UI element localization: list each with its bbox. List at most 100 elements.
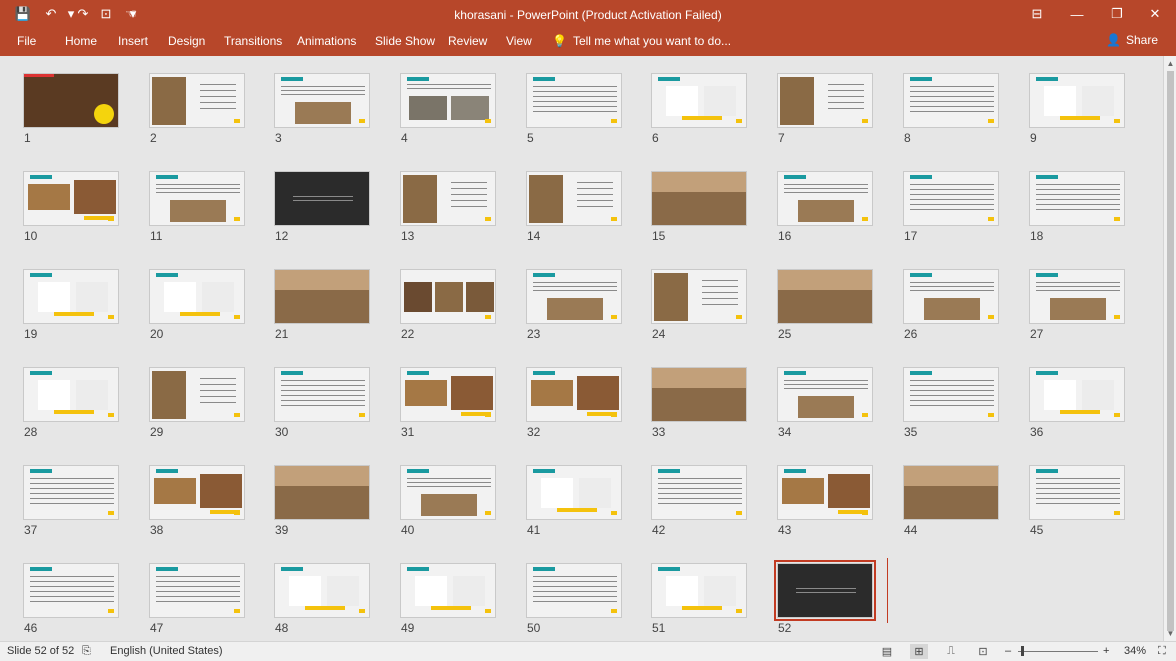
slide-thumbnail[interactable] [149, 73, 245, 128]
zoom-out-button[interactable]: – [1005, 645, 1011, 657]
vertical-scrollbar[interactable]: ▲ ▼ [1163, 56, 1176, 641]
language-indicator[interactable]: English (United States) [110, 645, 223, 657]
slide-thumbnail[interactable] [651, 367, 747, 422]
tab-home[interactable]: Home [65, 34, 97, 48]
slide-thumbnail[interactable] [274, 465, 370, 520]
slide-thumbnail[interactable] [400, 269, 496, 324]
slide-thumbnail[interactable] [149, 367, 245, 422]
zoom-slider[interactable] [1018, 651, 1098, 652]
slide-thumbnail[interactable] [274, 269, 370, 324]
slide-thumbnail[interactable] [903, 465, 999, 520]
scroll-up-icon[interactable]: ▲ [1166, 59, 1175, 68]
tab-transitions[interactable]: Transitions [224, 34, 282, 48]
slide-thumbnail[interactable] [777, 73, 873, 128]
share-button[interactable]: 👤 Share [1106, 33, 1158, 47]
slide-thumbnail[interactable] [903, 269, 999, 324]
slide-thumbnail[interactable] [526, 269, 622, 324]
person-icon: 👤 [1106, 33, 1121, 47]
slide-thumbnail[interactable] [23, 269, 119, 324]
slide-number: 1 [24, 131, 31, 145]
slide-thumbnail[interactable] [23, 563, 119, 618]
slide-thumbnail[interactable] [149, 563, 245, 618]
slide-thumbnail[interactable] [149, 171, 245, 226]
slide-thumbnail[interactable] [777, 171, 873, 226]
slide-thumbnail[interactable] [400, 465, 496, 520]
slide-thumbnail[interactable] [526, 563, 622, 618]
slide-thumbnail[interactable] [1029, 171, 1125, 226]
slide-number: 37 [24, 523, 38, 537]
spelling-icon[interactable]: ⎘ [82, 645, 91, 658]
restore-icon[interactable]: ❐ [1102, 4, 1132, 24]
zoom-slider-thumb[interactable] [1021, 646, 1024, 656]
slide-thumbnail[interactable] [774, 560, 876, 621]
tab-animations[interactable]: Animations [297, 34, 356, 48]
slide-thumbnail[interactable] [1029, 73, 1125, 128]
slide-thumbnail[interactable] [1029, 269, 1125, 324]
status-bar: Slide 52 of 52 ⎘ English (United States)… [0, 641, 1176, 661]
slide-thumbnail[interactable] [274, 73, 370, 128]
tell-me-label: Tell me what you want to do... [572, 34, 732, 48]
reading-view-icon[interactable]: ⎍ [942, 644, 960, 659]
slide-number: 50 [527, 621, 541, 635]
slide-thumbnail[interactable] [23, 171, 119, 226]
slide-thumbnail[interactable] [149, 269, 245, 324]
slide-thumbnail[interactable] [526, 465, 622, 520]
slide-number: 24 [652, 327, 666, 341]
slide-thumbnail[interactable] [651, 465, 747, 520]
ribbon-display-options-icon[interactable]: ⊟ [1022, 4, 1052, 24]
slide-thumbnail[interactable] [903, 171, 999, 226]
slide-thumbnail[interactable] [274, 563, 370, 618]
scroll-thumb[interactable] [1167, 71, 1174, 631]
tab-insert[interactable]: Insert [118, 34, 148, 48]
slide-thumbnail[interactable] [23, 367, 119, 422]
tab-file[interactable]: File [17, 34, 36, 48]
close-icon[interactable]: ✕ [1140, 4, 1170, 24]
slide-number: 13 [401, 229, 415, 243]
tab-review[interactable]: Review [448, 34, 487, 48]
slide-thumbnail[interactable] [526, 367, 622, 422]
slide-thumbnail[interactable] [777, 269, 873, 324]
tell-me-box[interactable]: 💡 Tell me what you want to do... [552, 34, 731, 48]
slide-thumbnail[interactable] [23, 73, 119, 128]
slide-number: 28 [24, 425, 38, 439]
slide-number: 51 [652, 621, 666, 635]
slide-thumbnail[interactable] [23, 465, 119, 520]
slide-thumbnail[interactable] [274, 171, 370, 226]
slide-thumbnail[interactable] [651, 73, 747, 128]
minimize-icon[interactable]: — [1062, 4, 1092, 24]
tab-view[interactable]: View [506, 34, 532, 48]
slide-thumbnail[interactable] [651, 269, 747, 324]
slide-number: 26 [904, 327, 918, 341]
slide-thumbnail[interactable] [400, 563, 496, 618]
slide-thumbnail[interactable] [526, 171, 622, 226]
slide-thumbnail[interactable] [1029, 465, 1125, 520]
slide-thumbnail[interactable] [651, 171, 747, 226]
slide-number: 39 [275, 523, 289, 537]
slide-thumbnail[interactable] [903, 367, 999, 422]
slide-thumbnail[interactable] [526, 73, 622, 128]
slide-thumbnail[interactable] [400, 171, 496, 226]
slide-number: 48 [275, 621, 289, 635]
slide-number: 41 [527, 523, 541, 537]
slide-thumbnail[interactable] [903, 73, 999, 128]
slide-thumbnail[interactable] [400, 367, 496, 422]
slide-sorter-view-icon[interactable]: ⊞ [910, 644, 928, 659]
scroll-down-icon[interactable]: ▼ [1166, 629, 1175, 638]
slide-thumbnail[interactable] [777, 367, 873, 422]
slide-number: 20 [150, 327, 164, 341]
slide-thumbnail[interactable] [149, 465, 245, 520]
tab-design[interactable]: Design [168, 34, 205, 48]
slide-number: 35 [904, 425, 918, 439]
slide-thumbnail[interactable] [651, 563, 747, 618]
zoom-level[interactable]: 34% [1124, 645, 1146, 657]
slide-thumbnail[interactable] [1029, 367, 1125, 422]
slide-thumbnail[interactable] [400, 73, 496, 128]
slide-thumbnail[interactable] [777, 465, 873, 520]
slide-thumbnail[interactable] [274, 367, 370, 422]
zoom-in-button[interactable]: + [1103, 645, 1109, 657]
fit-to-window-icon[interactable]: ⛶ [1158, 645, 1166, 658]
slide-number: 19 [24, 327, 38, 341]
tab-slide-show[interactable]: Slide Show [375, 34, 435, 48]
normal-view-icon[interactable]: ▤ [878, 644, 896, 659]
slideshow-view-icon[interactable]: ⊡ [974, 644, 992, 659]
